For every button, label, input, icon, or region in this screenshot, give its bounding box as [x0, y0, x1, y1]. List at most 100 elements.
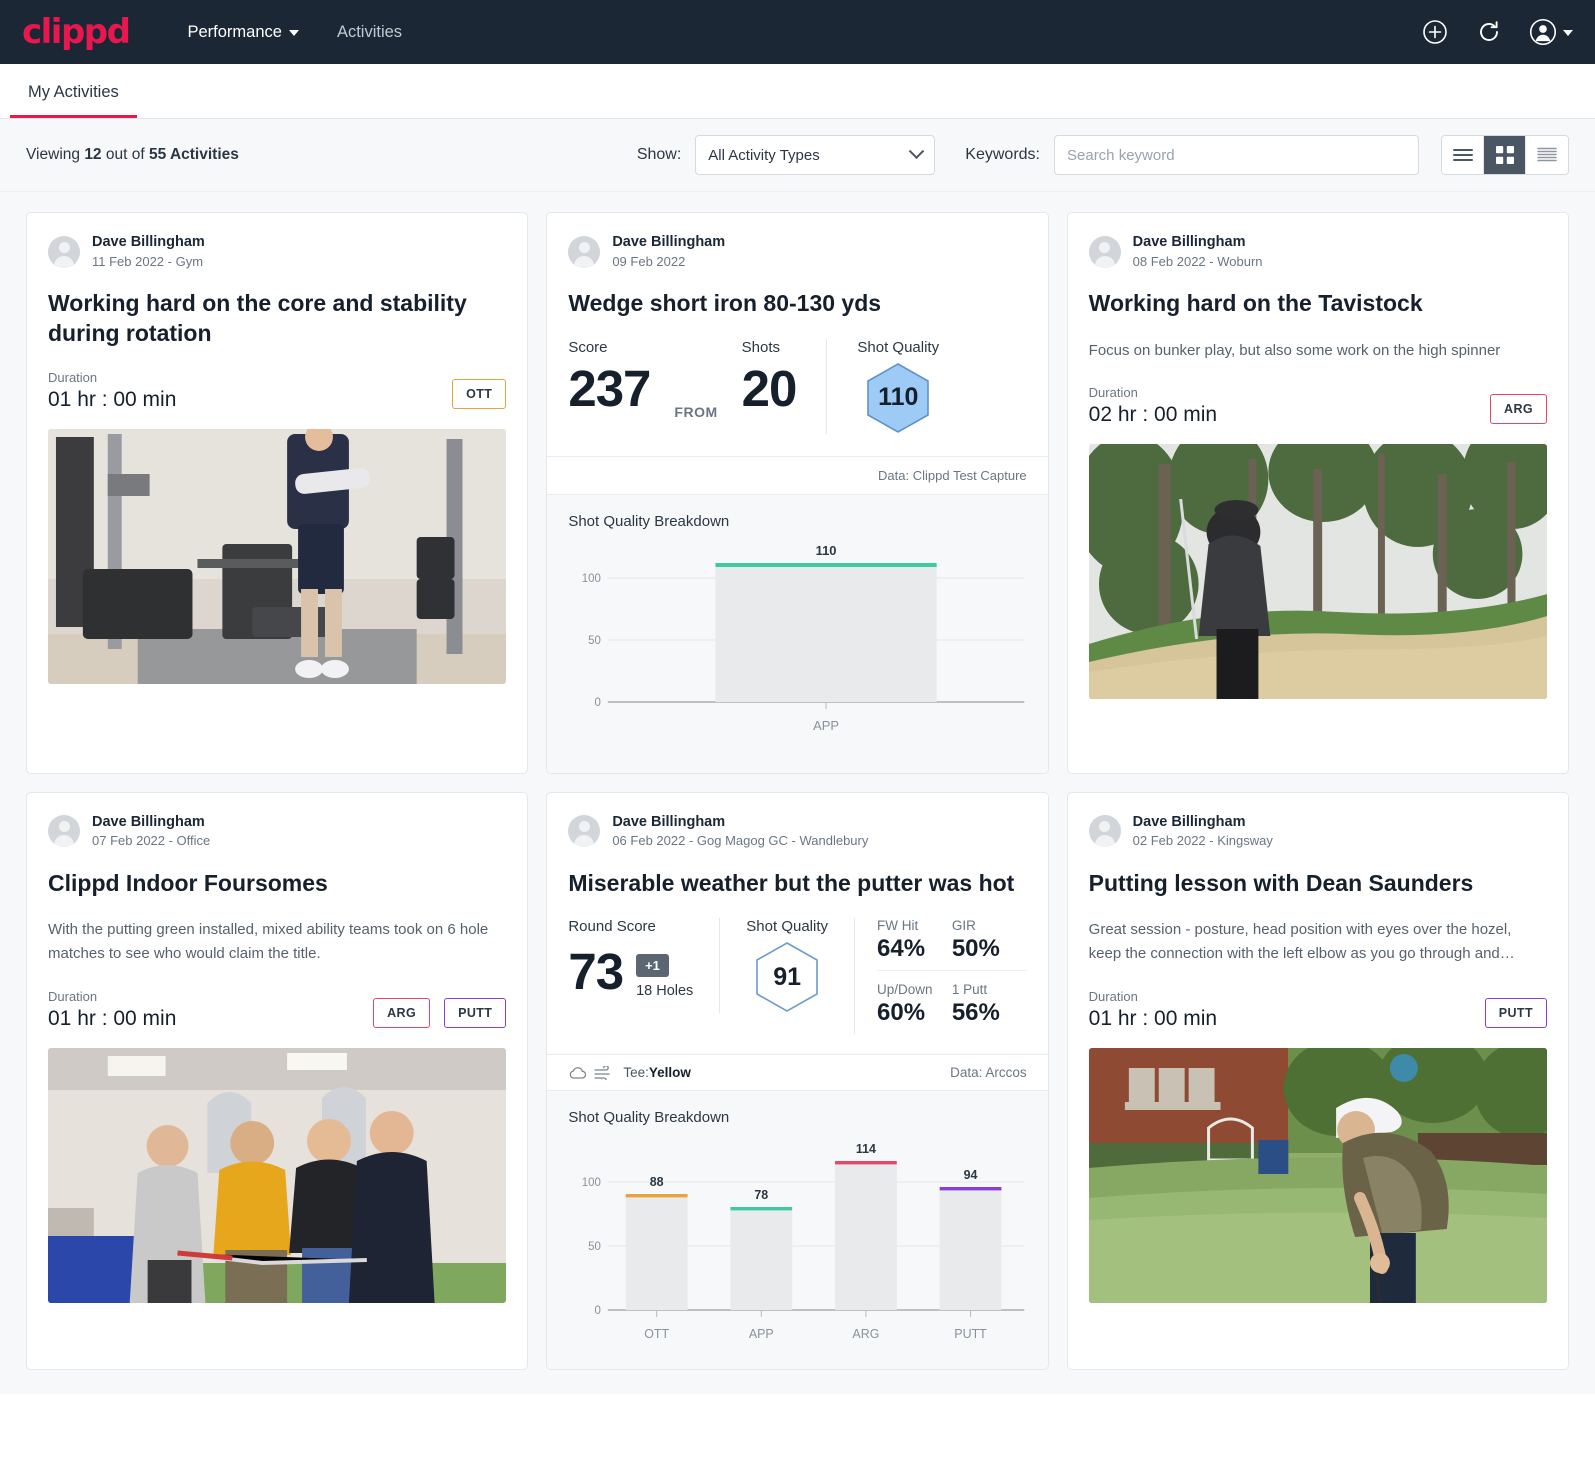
bar-chart-svg: 100 50 0 88 OTT 78 APP 114 ARG 94 PUTT	[582, 1142, 1025, 1341]
shots-value: 20	[741, 359, 798, 417]
duration-row: Duration 01 hr : 00 min OTT	[48, 348, 507, 412]
activity-type-select[interactable]: All Activity Types	[695, 135, 936, 175]
indoor-foursomes-group-photo	[48, 1047, 507, 1303]
svg-text:50: 50	[588, 1241, 601, 1253]
nav-icon-group	[1421, 18, 1573, 46]
view-mode-toggle	[1441, 135, 1569, 175]
bar-chart-svg: 100 50 0 110 APP	[582, 543, 1025, 733]
round-score-values: 73 +1 18 Holes	[568, 939, 693, 999]
viewing-total: 55	[148, 146, 167, 163]
stat-up-down: Up/Down 60%	[877, 970, 952, 1034]
data-source-label: Data: Clippd Test Capture	[547, 455, 1048, 494]
detail-view-button[interactable]	[1526, 136, 1568, 174]
svg-text:110: 110	[816, 543, 837, 558]
avatar	[1088, 815, 1121, 848]
nav-item-activities-label: Activities	[336, 22, 403, 41]
score-label: Score	[568, 338, 608, 356]
stat-fw-hit: FW Hit 64%	[877, 918, 952, 970]
chart-title: Shot Quality Breakdown	[568, 512, 730, 530]
chevron-down-icon	[1563, 30, 1573, 36]
from-label: FROM	[674, 403, 718, 420]
duration-block: Duration 01 hr : 00 min	[48, 370, 176, 412]
show-label: Show:	[636, 146, 682, 163]
stat-gir: GIR 50%	[952, 918, 1027, 970]
shot-quality-block: Shot Quality 110	[826, 338, 939, 434]
stat-label: 1 Putt	[951, 982, 988, 998]
svg-text:114: 114	[856, 1142, 876, 1156]
viewing-count-text: Viewing 12 out of 55 Activities	[26, 146, 239, 164]
stat-label: FW Hit	[877, 918, 919, 934]
tee-prefix: Tee:	[623, 1065, 649, 1081]
duration-value: 01 hr : 00 min	[48, 1006, 177, 1030]
shot-quality-hex-badge: 110	[865, 362, 931, 434]
tag-list: ARG PUTT	[373, 997, 507, 1031]
shot-quality-breakdown-chart: Shot Quality Breakdown 100 50 0 88 OTT 7…	[547, 1090, 1048, 1370]
card-author-row: Dave Billingham 08 Feb 2022 - Woburn	[1088, 233, 1547, 270]
activity-card[interactable]: Dave Billingham 02 Feb 2022 - Kingsway P…	[1066, 791, 1569, 1371]
round-score-value: 73	[568, 943, 624, 1001]
card-body: Dave Billingham 11 Feb 2022 - Gym Workin…	[27, 213, 527, 412]
viewing-prefix: Viewing	[26, 146, 85, 163]
round-score-label: Round Score	[568, 918, 656, 936]
stat-1-putt: 1 Putt 56%	[951, 970, 1027, 1034]
stat-label: Up/Down	[877, 982, 933, 998]
activity-card[interactable]: Dave Billingham 07 Feb 2022 - Office Cli…	[26, 791, 529, 1371]
activity-card[interactable]: Dave Billingham 11 Feb 2022 - Gym Workin…	[26, 212, 529, 774]
tag-putt[interactable]: PUTT	[444, 997, 507, 1028]
account-menu[interactable]	[1529, 18, 1573, 46]
svg-text:50: 50	[588, 635, 601, 647]
activity-card[interactable]: Dave Billingham 08 Feb 2022 - Woburn Wor…	[1066, 212, 1569, 774]
svg-text:88: 88	[650, 1175, 664, 1189]
search-input[interactable]	[1054, 135, 1419, 175]
shot-quality-block: Shot Quality 91	[719, 918, 854, 1014]
svg-text:94: 94	[964, 1168, 978, 1182]
card-body: Dave Billingham 06 Feb 2022 - Gog Magog …	[547, 793, 1047, 1055]
avatar	[568, 235, 601, 268]
svg-text:ARG: ARG	[853, 1327, 880, 1341]
tag-ott[interactable]: OTT	[452, 378, 507, 409]
clippd-logo[interactable]: clippd	[22, 15, 131, 49]
grid-view-button[interactable]	[1484, 136, 1526, 174]
duration-row: Duration 01 hr : 00 min ARG PUTT	[48, 967, 507, 1031]
tag-putt[interactable]: PUTT	[1484, 997, 1547, 1028]
activity-card-grid: Dave Billingham 11 Feb 2022 - Gym Workin…	[0, 192, 1595, 1395]
card-author-row: Dave Billingham 06 Feb 2022 - Gog Magog …	[568, 813, 1026, 850]
card-description: With the putting green installed, mixed …	[48, 921, 489, 963]
svg-text:78: 78	[755, 1188, 769, 1202]
percent-grid: FW Hit 64% GIR 50% Up/Down 60% 1 Putt 56…	[877, 918, 1027, 1034]
list-view-button[interactable]	[1442, 136, 1484, 174]
account-avatar-icon	[1529, 18, 1557, 46]
activity-card[interactable]: Dave Billingham 09 Feb 2022 Wedge short …	[546, 212, 1049, 774]
svg-text:PUTT: PUTT	[955, 1327, 988, 1341]
card-title: Working hard on the Tavistock	[1088, 290, 1423, 317]
refresh-icon[interactable]	[1475, 18, 1503, 46]
tag-arg[interactable]: ARG	[1490, 393, 1547, 424]
svg-text:100: 100	[582, 1177, 601, 1189]
tab-my-activities[interactable]: My Activities	[10, 83, 137, 118]
author-name: Dave Billingham	[612, 234, 726, 250]
nav-item-activities[interactable]: Activities	[337, 23, 402, 42]
nav-item-performance[interactable]: Performance	[187, 23, 299, 42]
author-meta: 06 Feb 2022 - Gog Magog GC - Wandlebury	[612, 833, 869, 849]
svg-text:APP: APP	[813, 718, 839, 733]
conditions-row: Tee: Yellow Data: Arccos	[547, 1054, 1048, 1090]
tag-list: PUTT	[1484, 997, 1547, 1031]
avatar	[48, 235, 80, 268]
tag-arg[interactable]: ARG	[373, 997, 431, 1028]
activity-card[interactable]: Dave Billingham 06 Feb 2022 - Gog Magog …	[546, 791, 1049, 1371]
card-author-row: Dave Billingham 09 Feb 2022	[568, 233, 1026, 270]
duration-block: Duration 01 hr : 00 min	[48, 989, 176, 1031]
stat-value: 64%	[877, 935, 926, 963]
duration-row: Duration 01 hr : 00 min PUTT	[1089, 967, 1547, 1031]
author-meta: 02 Feb 2022 - Kingsway	[1132, 833, 1273, 849]
card-body: Dave Billingham 08 Feb 2022 - Woburn Wor…	[1068, 213, 1568, 427]
add-circle-icon[interactable]	[1421, 18, 1449, 46]
author-name: Dave Billingham	[612, 813, 726, 830]
stat-value: 60%	[877, 999, 926, 1027]
card-title: Clippd Indoor Foursomes	[48, 869, 328, 896]
svg-text:OTT: OTT	[645, 1327, 670, 1341]
stat-value: 50%	[951, 935, 1000, 963]
holes-played: 18 Holes	[636, 982, 694, 999]
card-body: Dave Billingham 07 Feb 2022 - Office Cli…	[27, 793, 527, 1031]
svg-text:0: 0	[595, 1305, 601, 1317]
